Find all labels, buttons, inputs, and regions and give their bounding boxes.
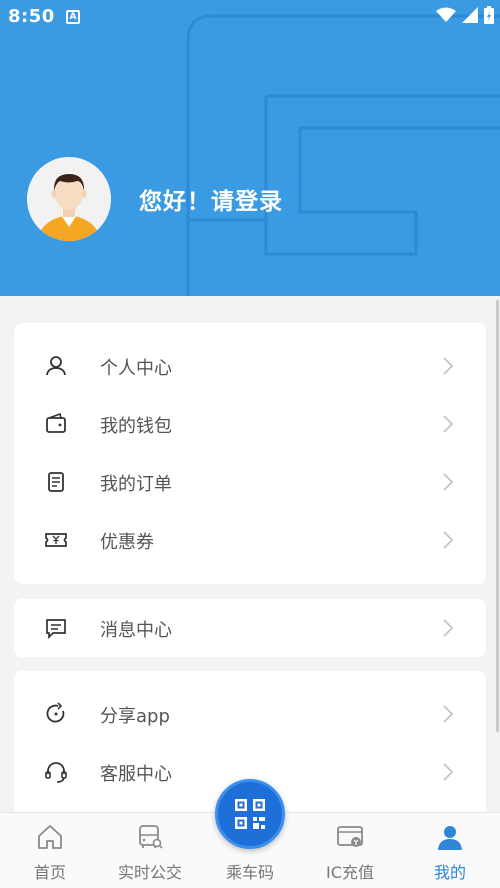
avatar[interactable] (27, 157, 111, 241)
chevron-right-icon (443, 619, 454, 637)
profile-header: 8:50 A 您好！请登录 (0, 0, 500, 296)
menu-item-label: 我的钱包 (100, 416, 172, 437)
notification-icon: A (66, 10, 80, 24)
signal-icon (462, 7, 478, 23)
coupon-icon (45, 533, 67, 547)
menu-item-wallet[interactable]: 我的钱包 (14, 395, 486, 453)
nav-mine[interactable]: 我的 (400, 813, 500, 888)
chevron-right-icon (443, 415, 454, 433)
chevron-right-icon (443, 705, 454, 723)
card-recharge-icon (337, 826, 363, 847)
user-icon (46, 356, 66, 376)
menu-item-coupons[interactable]: 优惠券 (14, 511, 486, 569)
menu-item-profile[interactable]: 个人中心 (14, 337, 486, 395)
menu-card-messages: 消息中心 (14, 599, 486, 657)
menu-item-label: 客服中心 (100, 764, 172, 785)
status-time: 8:50 (8, 6, 55, 27)
wifi-icon (436, 7, 456, 22)
nav-realtime-bus[interactable]: 实时公交 (100, 813, 200, 888)
nav-label: IC充值 (326, 863, 374, 882)
menu-item-share[interactable]: 分享app (14, 685, 486, 743)
chevron-right-icon (443, 763, 454, 781)
menu-card-account: 个人中心 我的钱包 我的订单 优惠券 (14, 323, 486, 584)
chevron-right-icon (443, 531, 454, 549)
nav-ic-recharge[interactable]: IC充值 (300, 813, 400, 888)
menu-item-label: 分享app (100, 706, 170, 727)
nav-label: 实时公交 (117, 863, 182, 882)
qr-code-icon (235, 799, 265, 829)
nav-home[interactable]: 首页 (0, 813, 100, 888)
login-prompt[interactable]: 您好！请登录 (139, 182, 283, 216)
home-icon (38, 825, 62, 849)
nav-label: 乘车码 (225, 863, 274, 882)
bus-icon (139, 825, 163, 849)
menu-item-label: 优惠券 (100, 532, 154, 553)
message-icon (46, 619, 66, 640)
scrollbar[interactable] (496, 300, 499, 732)
battery-icon (484, 6, 494, 24)
status-bar: 8:50 A (0, 0, 500, 34)
header-decoration (186, 14, 500, 296)
menu-item-orders[interactable]: 我的订单 (14, 453, 486, 511)
menu-item-label: 我的订单 (100, 474, 172, 495)
user-avatar-icon (27, 157, 111, 241)
nav-label: 首页 (33, 863, 66, 882)
menu-item-label: 个人中心 (100, 358, 172, 379)
menu-item-label: 消息中心 (100, 620, 172, 641)
chevron-right-icon (443, 357, 454, 375)
share-icon (46, 702, 65, 723)
menu-item-messages[interactable]: 消息中心 (14, 599, 486, 657)
nav-label: 我的 (433, 863, 466, 882)
person-icon (438, 826, 462, 850)
headset-icon (45, 762, 67, 783)
ride-code-button[interactable] (215, 779, 285, 849)
wallet-icon (46, 412, 66, 433)
chevron-right-icon (443, 473, 454, 491)
order-icon (48, 472, 64, 492)
